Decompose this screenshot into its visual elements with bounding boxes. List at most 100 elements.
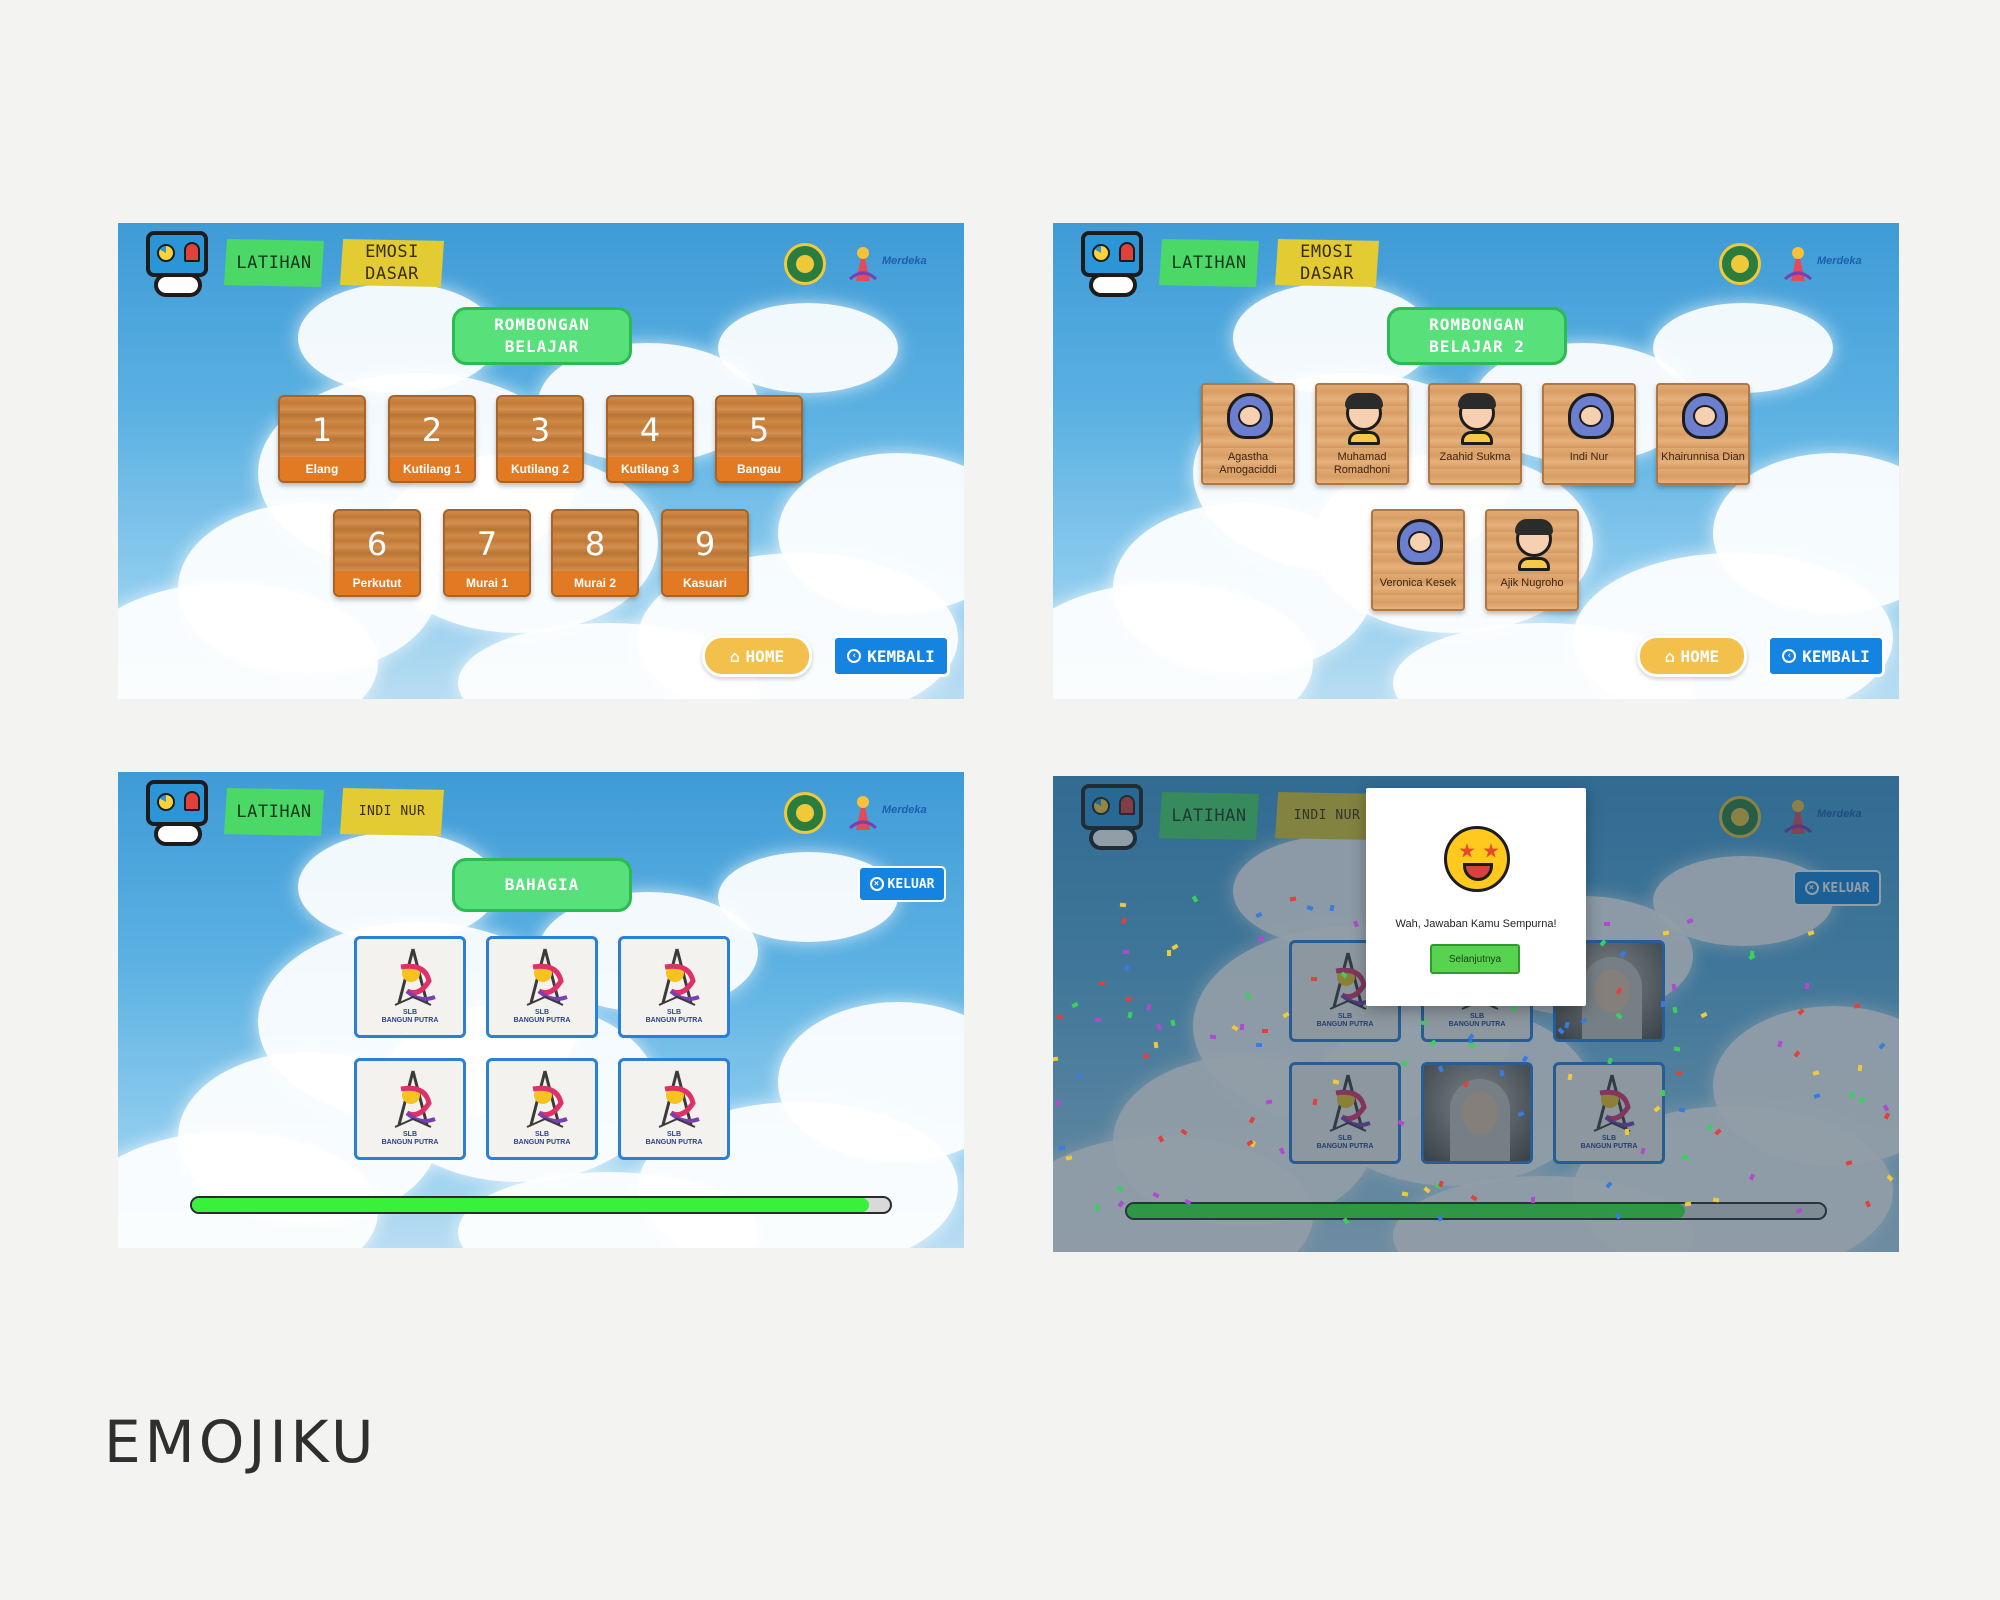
student-card[interactable]: Zaahid Sukma [1428,383,1522,485]
card-brand-line2: BANGUN PUTRA [513,1017,571,1024]
girl-hijab-avatar-icon [1567,393,1615,445]
tag-latihan: LATIHAN [224,788,324,836]
student-card[interactable]: Ajik Nugroho [1485,509,1579,611]
student-card[interactable]: Agastha Amogaciddi [1201,383,1295,485]
group-card-9[interactable]: 9 Kasuari [661,509,749,597]
group-label: Murai 1 [445,571,529,595]
group-label: Kutilang 1 [390,457,474,481]
card-brand-line1: SLB [535,1009,549,1016]
group-number: 2 [421,411,443,449]
game-logo-icon [1081,231,1145,297]
card-brand-line2: BANGUN PUTRA [645,1017,703,1024]
torch-logo-icon [848,247,878,281]
student-name: Indi Nur [1569,451,1609,463]
emotion-title: BAHAGIA [452,858,632,912]
home-button[interactable]: ⌂ HOME [1637,635,1747,677]
group-number: 7 [476,525,498,563]
back-arrow-icon: ‹ [1782,649,1797,663]
memory-card[interactable]: SLBBANGUN PUTRA [486,1058,598,1160]
girl-hijab-avatar-icon [1226,393,1274,445]
tag-student: INDI NUR [340,788,444,836]
student-card[interactable]: Muhamad Romadhoni [1315,383,1409,485]
screen-group-select: LATIHAN EMOSI DASAR Merdeka ROMBONGAN BE… [118,223,964,699]
school-seal-icon [1719,243,1761,285]
exit-button-label: KELUAR [887,876,935,892]
back-button[interactable]: ‹ KEMBALI [1767,635,1885,677]
back-button-label: KEMBALI [1802,646,1870,666]
slb-logo-icon [658,1070,700,1128]
group-number: 3 [529,411,551,449]
group-label: Bangau [717,457,801,481]
card-brand-line1: SLB [667,1009,681,1016]
card-brand: SLBBANGUN PUTRA [489,1131,595,1147]
student-name: Muhamad Romadhoni [1333,451,1391,476]
project-caption: EMOJIKU [104,1408,378,1476]
girl-hijab-avatar-icon [1396,519,1444,571]
home-button-label: HOME [1680,646,1720,666]
memory-card[interactable]: SLBBANGUN PUTRA [354,1058,466,1160]
screen-memory-game: LATIHAN INDI NUR Merdeka BAHAGIA × KELUA… [118,772,964,1248]
card-brand-line1: SLB [535,1131,549,1138]
group-card-4[interactable]: 4 Kutilang 3 [606,395,694,483]
group-label: Elang [280,457,364,481]
group-card-3[interactable]: 3 Kutilang 2 [496,395,584,483]
tag-category: EMOSI DASAR [1275,239,1379,287]
student-card[interactable]: Khairunnisa Dian [1656,383,1750,485]
torch-logo-icon [848,796,878,830]
card-brand: SLBBANGUN PUTRA [621,1009,727,1025]
group-card-6[interactable]: 6 Perkutut [333,509,421,597]
memory-card[interactable]: SLBBANGUN PUTRA [486,936,598,1038]
group-card-7[interactable]: 7 Murai 1 [443,509,531,597]
student-name: Agastha Amogaciddi [1219,451,1277,476]
screen-student-select: LATIHAN EMOSI DASAR Merdeka ROMBONGAN BE… [1053,223,1899,699]
torch-logo-icon [1783,247,1813,281]
next-button[interactable]: Selanjutnya [1430,944,1520,974]
group-label: Kasuari [663,571,747,595]
card-brand-line2: BANGUN PUTRA [513,1139,571,1146]
group-card-1[interactable]: 1 Elang [278,395,366,483]
back-arrow-icon: ‹ [847,649,862,663]
card-brand-line1: SLB [667,1131,681,1138]
home-button-label: HOME [745,646,785,666]
slb-logo-icon [526,948,568,1006]
star-struck-emoji-icon [1444,826,1510,892]
close-icon: × [869,877,884,891]
home-icon: ⌂ [1664,646,1675,666]
slb-logo-icon [526,1070,568,1128]
page-title: ROMBONGAN BELAJAR [452,307,632,365]
card-brand-line1: SLB [403,1131,417,1138]
slb-logo-icon [658,948,700,1006]
back-button[interactable]: ‹ KEMBALI [832,635,950,677]
exit-button[interactable]: × KELUAR [858,866,946,902]
group-card-2[interactable]: 2 Kutilang 1 [388,395,476,483]
page-title: ROMBONGAN BELAJAR 2 [1387,307,1567,365]
memory-card[interactable]: SLBBANGUN PUTRA [354,936,466,1038]
student-card[interactable]: Indi Nur [1542,383,1636,485]
card-brand-line2: BANGUN PUTRA [381,1017,439,1024]
success-modal: Wah, Jawaban Kamu Sempurna! Selanjutnya [1366,788,1586,1006]
partner-text: Merdeka [882,255,927,267]
group-card-5[interactable]: 5 Bangau [715,395,803,483]
group-label: Kutilang 2 [498,457,582,481]
group-number: 6 [366,525,388,563]
memory-card[interactable]: SLBBANGUN PUTRA [618,1058,730,1160]
home-button[interactable]: ⌂ HOME [702,635,812,677]
tag-category: EMOSI DASAR [340,239,444,287]
partner-text: Merdeka [1817,255,1862,267]
card-brand: SLBBANGUN PUTRA [489,1009,595,1025]
memory-card[interactable]: SLBBANGUN PUTRA [618,936,730,1038]
group-card-8[interactable]: 8 Murai 2 [551,509,639,597]
girl-hijab-avatar-icon [1681,393,1729,445]
partner-logos: Merdeka [1719,241,1862,295]
group-label: Kutilang 3 [608,457,692,481]
student-card[interactable]: Veronica Kesek [1371,509,1465,611]
boy-avatar-icon [1453,393,1501,445]
group-number: 4 [639,411,661,449]
partner-logos: Merdeka [784,241,927,295]
group-number: 9 [694,525,716,563]
group-label: Perkutut [335,571,419,595]
boy-avatar-icon [1340,393,1388,445]
partner-text: Merdeka [882,804,927,816]
tag-latihan: LATIHAN [1159,239,1259,287]
back-button-label: KEMBALI [867,646,935,666]
